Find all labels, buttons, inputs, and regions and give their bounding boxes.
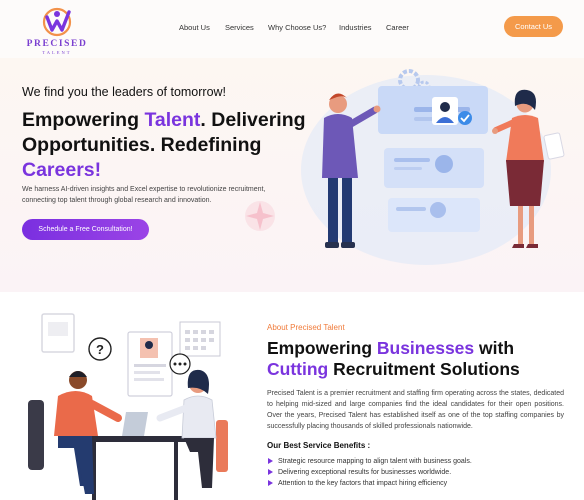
benefits-title: Our Best Service Benefits : (267, 441, 371, 450)
nav-item-career[interactable]: Career (386, 23, 409, 32)
hero-illustration (301, 69, 565, 265)
about-illustration: ? (28, 313, 228, 500)
benefit-item: Attention to the key factors that impact… (267, 478, 567, 489)
bullet-arrow-icon (268, 480, 273, 486)
bullet-arrow-icon (268, 458, 273, 464)
svg-text:?: ? (96, 342, 104, 357)
schedule-consultation-button[interactable]: Schedule a Free Consultation! (22, 219, 149, 240)
bullet-arrow-icon (268, 469, 273, 475)
nav-item-about-us[interactable]: About Us (179, 23, 210, 32)
benefit-item: Strategic resource mapping to align tale… (267, 456, 567, 467)
site-header: PRECISED TALENT About Us Services Why Ch… (0, 0, 584, 58)
hero-description: We harness AI-driven insights and Excel … (22, 186, 266, 204)
hero-tagline: We find you the leaders of tomorrow! (22, 85, 227, 99)
logo-icon (42, 7, 72, 37)
brand-logo[interactable]: PRECISED TALENT (24, 6, 90, 55)
benefits-list: Strategic resource mapping to align tale… (267, 456, 567, 489)
benefit-item: Delivering exceptional results for busin… (267, 467, 567, 478)
about-description: Precised Talent is a premier recruitment… (267, 390, 564, 430)
brand-name: PRECISED (26, 39, 88, 49)
about-section: ? About Precised Talent Empowering Busin… (0, 292, 584, 500)
contact-us-button[interactable]: Contact Us (504, 16, 563, 37)
nav-item-why-choose-us[interactable]: Why Choose Us? (268, 23, 326, 32)
nav-item-services[interactable]: Services (225, 23, 254, 32)
about-title: Empowering Businesses with Cutting Recru… (267, 338, 520, 379)
hero-section: We find you the leaders of tomorrow! Emp… (0, 58, 584, 292)
brand-tagline: TALENT (42, 50, 72, 55)
about-section-tag: About Precised Talent (267, 323, 345, 332)
nav-item-industries[interactable]: Industries (339, 23, 372, 32)
hero-title: Empowering Talent. Delivering Opportunit… (22, 109, 306, 181)
